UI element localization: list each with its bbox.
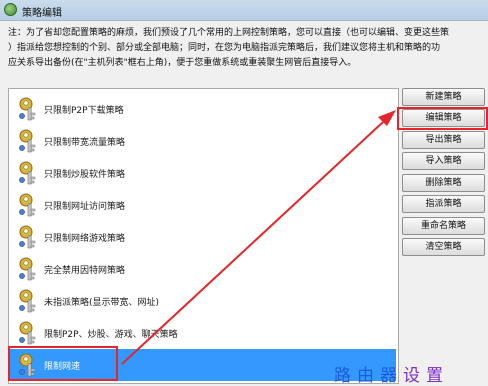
- note-line: 应关系导出备份(在"主机列表"框右上角)，便于您重做系统或重装聚生网管后直接导入…: [8, 58, 357, 68]
- import-policy-button[interactable]: 导入策略: [402, 152, 485, 170]
- policy-item[interactable]: 未指派策略(显示带宽、网址): [10, 285, 396, 317]
- note-line: ）指派给您想控制的个别、部分或全部电脑；同时，在您为电脑指派完策略后，我们建议您…: [8, 43, 441, 53]
- watermark-part: 路由器: [334, 366, 403, 386]
- policy-item-label: 完全禁用因特网策略: [44, 266, 126, 276]
- delete-policy-button[interactable]: 删除策略: [402, 174, 485, 192]
- annotation-box-edit-button: [397, 107, 488, 130]
- note-text: 注：为了省却您配置策略的麻烦，我们预设了几个常用的上网控制策略，您可以直接（也可…: [8, 26, 486, 74]
- new-policy-button[interactable]: 新建策略: [402, 88, 485, 106]
- policy-item-label: 只限制P2P下载策略: [44, 106, 124, 116]
- window-title: 策略编辑: [22, 8, 62, 19]
- key-icon: [19, 193, 36, 217]
- dialog-body: 注：为了省却您配置策略的麻烦，我们预设了几个常用的上网控制策略，您可以直接（也可…: [0, 21, 488, 386]
- assign-policy-button[interactable]: 指派策略: [402, 195, 485, 213]
- export-policy-button[interactable]: 导出策略: [402, 131, 485, 149]
- key-icon: [19, 257, 36, 281]
- key-icon: [19, 289, 36, 313]
- policy-item[interactable]: 只限制炒股软件策略: [10, 157, 396, 189]
- policy-item[interactable]: 只限制带宽流量策略: [10, 125, 396, 157]
- policy-item[interactable]: 限制P2P、炒股、游戏、聊天策略: [10, 317, 396, 349]
- policy-item[interactable]: 只限制网址访问策略: [10, 189, 396, 221]
- note-line: 注：为了省却您配置策略的麻烦，我们预设了几个常用的上网控制策略，您可以直接（也可…: [8, 28, 450, 38]
- key-icon: [19, 321, 36, 345]
- policy-item-label: 只限制网址访问策略: [44, 202, 126, 212]
- clear-policies-button[interactable]: 清空策略: [402, 238, 485, 256]
- key-icon: [19, 129, 36, 153]
- policy-item[interactable]: 只限制网络游戏策略: [10, 221, 396, 253]
- key-icon: [19, 225, 36, 249]
- app-icon: [4, 3, 17, 16]
- key-icon: [19, 97, 36, 121]
- policy-item-label: 只限制带宽流量策略: [44, 138, 126, 148]
- rename-policy-button[interactable]: 重命名策略: [402, 217, 485, 235]
- policy-item[interactable]: 只限制P2P下载策略: [10, 93, 396, 125]
- policy-item[interactable]: 完全禁用因特网策略: [10, 253, 396, 285]
- watermark: 路由器设置: [334, 361, 449, 386]
- policy-item-label: 限制P2P、炒股、游戏、聊天策略: [44, 330, 178, 340]
- annotation-box-selected-item: [8, 346, 118, 381]
- policy-item-label: 只限制网络游戏策略: [44, 234, 126, 244]
- policy-item-label: 只限制炒股软件策略: [44, 170, 126, 180]
- key-icon: [19, 161, 36, 185]
- window-titlebar: 策略编辑: [0, 0, 488, 21]
- watermark-part: 设置: [403, 366, 449, 386]
- policy-item-label: 未指派策略(显示带宽、网址): [44, 298, 160, 308]
- policy-list[interactable]: 只限制P2P下载策略 只限制带宽流量策略 只限制炒股软件策略 只限制网址访问策略…: [8, 88, 399, 384]
